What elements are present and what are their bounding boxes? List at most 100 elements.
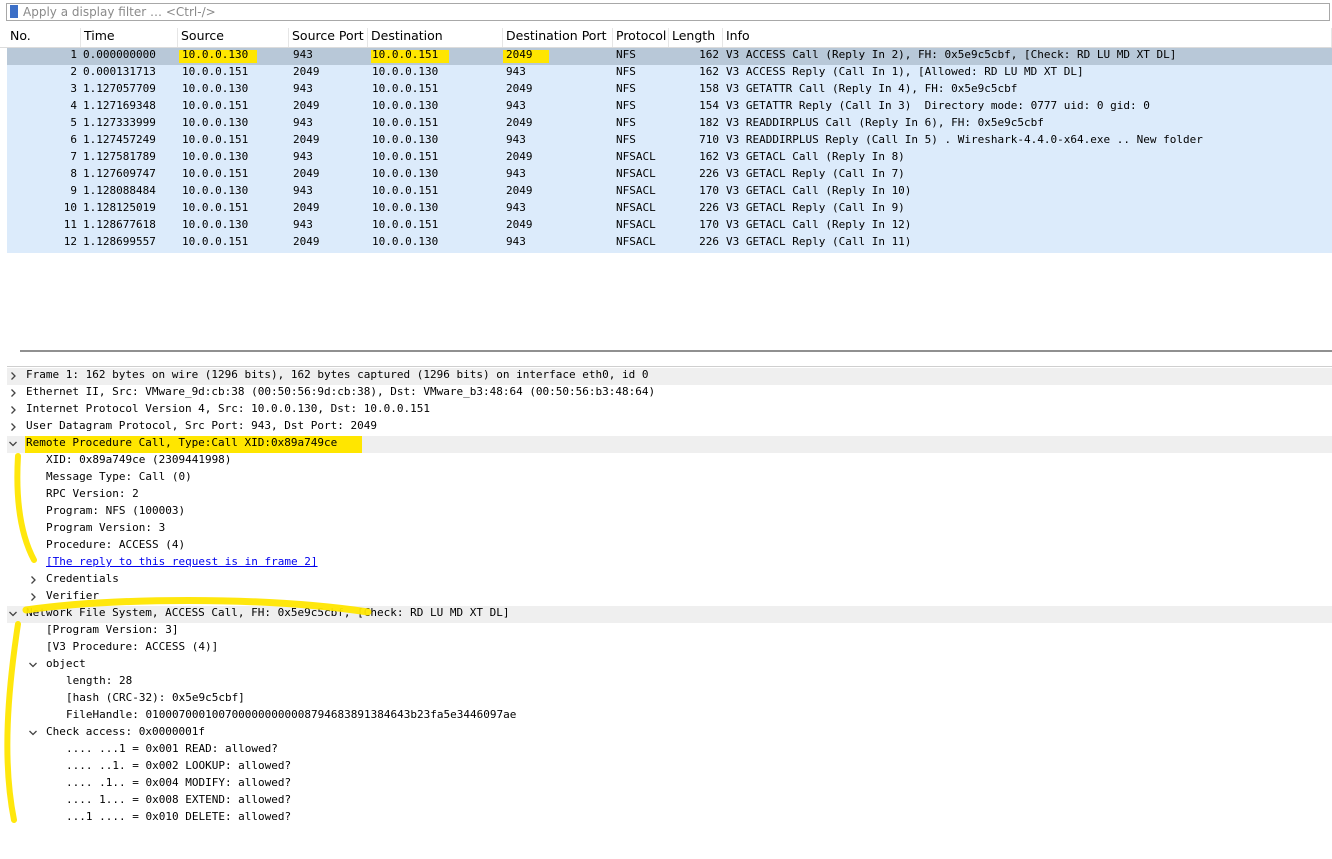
packet-proto: NFS (616, 48, 636, 61)
packet-sport: 2049 (293, 99, 320, 112)
tree-node[interactable]: User Datagram Protocol, Src Port: 943, D… (7, 419, 1332, 436)
display-filter-input[interactable] (23, 5, 1313, 19)
tree-node[interactable]: Internet Protocol Version 4, Src: 10.0.0… (7, 402, 1332, 419)
packet-list[interactable]: 1 0.000000000 10.0.0.130 943 10.0.0.151 2049 N… (7, 48, 1332, 253)
tree-node[interactable]: Check access: 0x0000001f (7, 725, 1332, 742)
packet-dport: 943 (506, 201, 526, 214)
tree-leaf[interactable]: [V3 Procedure: ACCESS (4)] (7, 640, 1332, 657)
packet-row[interactable]: 9 1.128088484 10.0.0.130 943 10.0.0.151 2049 N… (7, 184, 1332, 201)
tree-leaf[interactable]: XID: 0x89a749ce (2309441998) (7, 453, 1332, 470)
tree-leaf[interactable]: Program Version: 3 (7, 521, 1332, 538)
column-header-7[interactable]: Length (669, 28, 723, 47)
tree-node[interactable]: Network File System, ACCESS Call, FH: 0x… (7, 606, 1332, 623)
chevron-right-icon[interactable] (7, 369, 19, 383)
chevron-right-icon[interactable] (7, 420, 19, 434)
packet-dport: 2049 (506, 218, 533, 231)
packet-len: 226 (699, 235, 719, 248)
tree-leaf[interactable]: .... ...1 = 0x001 READ: allowed? (7, 742, 1332, 759)
packet-time: 0.000131713 (83, 65, 156, 78)
tree-label: [Program Version: 3] (46, 623, 179, 636)
chevron-down-icon[interactable] (7, 607, 19, 621)
packet-dst: 10.0.0.130 (372, 133, 439, 146)
display-filter-bar[interactable] (6, 3, 1330, 21)
tree-leaf[interactable]: Program: NFS (100003) (7, 504, 1332, 521)
packet-row[interactable]: 2 0.000131713 10.0.0.151 2049 10.0.0.130 943 N… (7, 65, 1332, 82)
column-header-2[interactable]: Source (178, 28, 289, 47)
packet-list-header: No. Time Source Source Port Destination Desti… (0, 28, 1332, 48)
packet-dport: 943 (506, 133, 526, 146)
chevron-right-icon[interactable] (27, 590, 39, 604)
tree-leaf[interactable]: Message Type: Call (0) (7, 470, 1332, 487)
packet-len: 182 (699, 116, 719, 129)
packet-proto: NFSACL (616, 167, 656, 180)
packet-row[interactable]: 4 1.127169348 10.0.0.151 2049 10.0.0.130 943 N… (7, 99, 1332, 116)
packet-sport: 943 (293, 150, 313, 163)
column-header-3[interactable]: Source Port (289, 28, 368, 47)
tree-leaf[interactable]: [The reply to this request is in frame 2… (7, 555, 1332, 572)
packet-row[interactable]: 10 1.128125019 10.0.0.151 2049 10.0.0.130 943… (7, 201, 1332, 218)
tree-leaf[interactable]: .... 1... = 0x008 EXTEND: allowed? (7, 793, 1332, 810)
chevron-right-icon[interactable] (27, 573, 39, 587)
tree-label: .... ...1 = 0x001 READ: allowed? (66, 742, 278, 755)
tree-leaf[interactable]: .... .1.. = 0x004 MODIFY: allowed? (7, 776, 1332, 793)
packet-dst: 10.0.0.130 (372, 201, 439, 214)
packet-row[interactable]: 5 1.127333999 10.0.0.130 943 10.0.0.151 2049 N… (7, 116, 1332, 133)
column-header-8[interactable]: Info (723, 28, 1332, 47)
column-header-5[interactable]: Destination Port (503, 28, 613, 47)
packet-dst: 10.0.0.151 (372, 150, 439, 163)
packet-info: V3 GETACL Call (Reply In 8) (726, 150, 905, 163)
packet-len: 154 (699, 99, 719, 112)
tree-leaf[interactable]: FileHandle: 0100070001007000000000008794… (7, 708, 1332, 725)
tree-label: Credentials (46, 572, 119, 585)
tree-label: RPC Version: 2 (46, 487, 139, 500)
tree-node[interactable]: object (7, 657, 1332, 674)
tree-leaf[interactable]: Procedure: ACCESS (4) (7, 538, 1332, 555)
packet-no: 8 (70, 167, 77, 180)
pane-splitter[interactable] (20, 350, 1332, 352)
chevron-down-icon[interactable] (27, 726, 39, 740)
tree-leaf[interactable]: [hash (CRC-32): 0x5e9c5cbf] (7, 691, 1332, 708)
packet-len: 170 (699, 218, 719, 231)
packet-src: 10.0.0.151 (182, 201, 249, 214)
tree-node[interactable]: Ethernet II, Src: VMware_9d:cb:38 (00:50… (7, 385, 1332, 402)
chevron-down-icon[interactable] (27, 658, 39, 672)
tree-node[interactable]: Credentials (7, 572, 1332, 589)
bookmark-icon[interactable] (10, 5, 18, 18)
tree-leaf[interactable]: RPC Version: 2 (7, 487, 1332, 504)
tree-node[interactable]: Verifier (7, 589, 1332, 606)
packet-row[interactable]: 12 1.128699557 10.0.0.151 2049 10.0.0.130 943… (7, 235, 1332, 252)
packet-row[interactable]: 8 1.127609747 10.0.0.151 2049 10.0.0.130 943 N… (7, 167, 1332, 184)
column-header-6[interactable]: Protocol (613, 28, 669, 47)
packet-row[interactable]: 6 1.127457249 10.0.0.151 2049 10.0.0.130 943 N… (7, 133, 1332, 150)
tree-leaf[interactable]: length: 28 (7, 674, 1332, 691)
packet-dport: 2049 (506, 150, 533, 163)
chevron-right-icon[interactable] (7, 386, 19, 400)
tree-leaf[interactable]: [Program Version: 3] (7, 623, 1332, 640)
packet-row[interactable]: 11 1.128677618 10.0.0.130 943 10.0.0.151 2049… (7, 218, 1332, 235)
packet-len: 162 (699, 48, 719, 61)
tree-label: Remote Procedure Call, Type:Call XID:0x8… (26, 436, 338, 449)
packet-row[interactable]: 1 0.000000000 10.0.0.130 943 10.0.0.151 2049 N… (7, 48, 1332, 65)
packet-dport: 943 (506, 99, 526, 112)
column-header-0[interactable]: No. (7, 28, 81, 47)
packet-row[interactable]: 3 1.127057709 10.0.0.130 943 10.0.0.151 2049 N… (7, 82, 1332, 99)
column-header-4[interactable]: Destination (368, 28, 503, 47)
packet-row[interactable]: 7 1.127581789 10.0.0.130 943 10.0.0.151 2049 N… (7, 150, 1332, 167)
tree-label: User Datagram Protocol, Src Port: 943, D… (26, 419, 377, 432)
packet-src: 10.0.0.151 (182, 235, 249, 248)
column-header-1[interactable]: Time (81, 28, 178, 47)
chevron-right-icon[interactable] (7, 403, 19, 417)
packet-sport: 943 (293, 218, 313, 231)
tree-leaf[interactable]: ...1 .... = 0x010 DELETE: allowed? (7, 810, 1332, 827)
tree-node[interactable]: Frame 1: 162 bytes on wire (1296 bits), … (7, 368, 1332, 385)
packet-sport: 2049 (293, 133, 320, 146)
reply-frame-link[interactable]: [The reply to this request is in frame 2… (46, 555, 318, 572)
tree-node[interactable]: Remote Procedure Call, Type:Call XID:0x8… (7, 436, 1332, 453)
chevron-down-icon[interactable] (7, 437, 19, 451)
packet-no: 1 (70, 48, 77, 61)
packet-dst: 10.0.0.151 (372, 184, 439, 197)
packet-src: 10.0.0.130 (182, 218, 249, 231)
packet-sport: 943 (293, 48, 313, 61)
tree-leaf[interactable]: .... ..1. = 0x002 LOOKUP: allowed? (7, 759, 1332, 776)
packet-dport: 2049 (506, 116, 533, 129)
